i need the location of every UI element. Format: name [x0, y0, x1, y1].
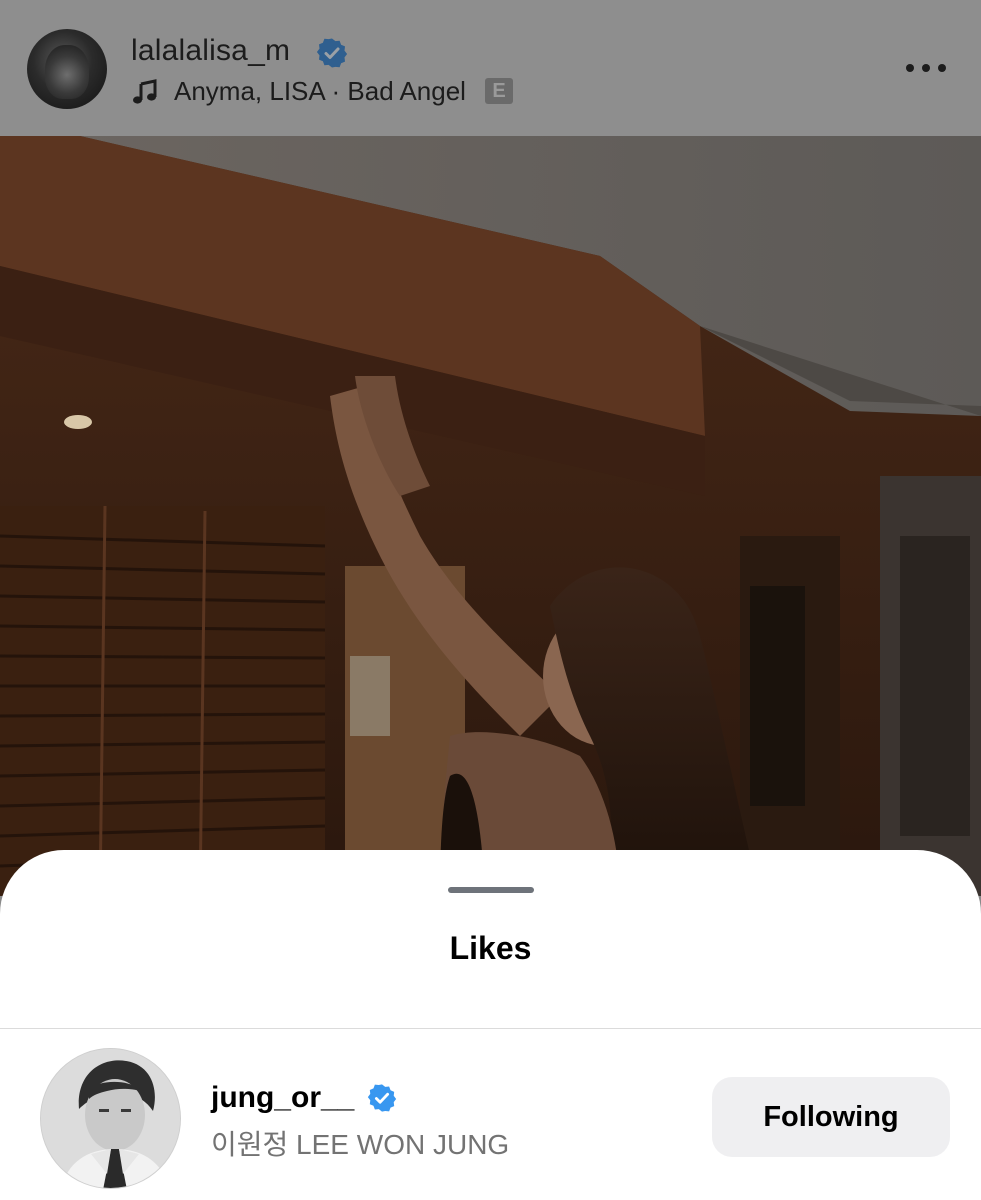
post-photo: [0, 136, 981, 896]
avatar-portrait: [41, 1049, 180, 1188]
post-music-track[interactable]: Anyma, LISA · Bad Angel: [174, 76, 466, 107]
verified-badge-icon: [367, 1084, 397, 1112]
following-button[interactable]: Following: [712, 1077, 950, 1157]
avatar[interactable]: [40, 1048, 181, 1189]
post-author-username[interactable]: lalalalisa_m: [131, 34, 290, 68]
post-author-avatar[interactable]: [27, 29, 107, 109]
like-full-name: 이원정 LEE WON JUNG: [211, 1129, 510, 1160]
explicit-badge: E: [485, 78, 513, 104]
sheet-grabber-handle[interactable]: [448, 887, 534, 893]
like-username[interactable]: jung_or__: [211, 1081, 354, 1115]
more-options-icon[interactable]: [904, 60, 948, 76]
likes-sheet: Likes jung_or__ 이원정 LEE WON JUNG Followi…: [0, 850, 981, 1200]
sheet-title: Likes: [449, 930, 532, 966]
music-note-icon: [133, 79, 157, 104]
verified-badge-icon: [316, 38, 348, 68]
post-header: lalalalisa_m Anyma, LISA · Bad Angel E: [0, 0, 981, 136]
list-item[interactable]: jung_or__ 이원정 LEE WON JUNG Following: [0, 1029, 981, 1200]
post-photo-illustration: [0, 136, 981, 896]
